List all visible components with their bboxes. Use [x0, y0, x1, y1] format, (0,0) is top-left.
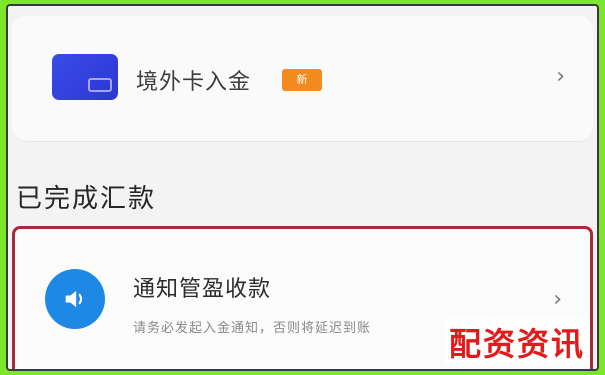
- chevron-right-icon: ›: [553, 287, 562, 312]
- watermark-text: 配资资讯: [444, 319, 589, 365]
- bank-card-icon: [52, 54, 118, 100]
- new-badge: 新: [282, 69, 322, 91]
- notify-payment-label: 通知管盈收款: [133, 277, 272, 302]
- app-frame: 境外卡入金 新 › 已完成汇款 通知管盈收款 请务必发起入金通知，否则将延迟到账…: [6, 4, 599, 371]
- overseas-card-deposit-label: 境外卡入金: [136, 70, 252, 95]
- section-title: 已完成汇款: [16, 184, 157, 214]
- notify-payment-subtitle: 请务必发起入金通知，否则将延迟到账: [133, 321, 372, 336]
- overseas-card-deposit-row[interactable]: 境外卡入金 新 ›: [12, 16, 593, 142]
- speaker-icon: [45, 269, 105, 329]
- chevron-right-icon: ›: [556, 64, 565, 89]
